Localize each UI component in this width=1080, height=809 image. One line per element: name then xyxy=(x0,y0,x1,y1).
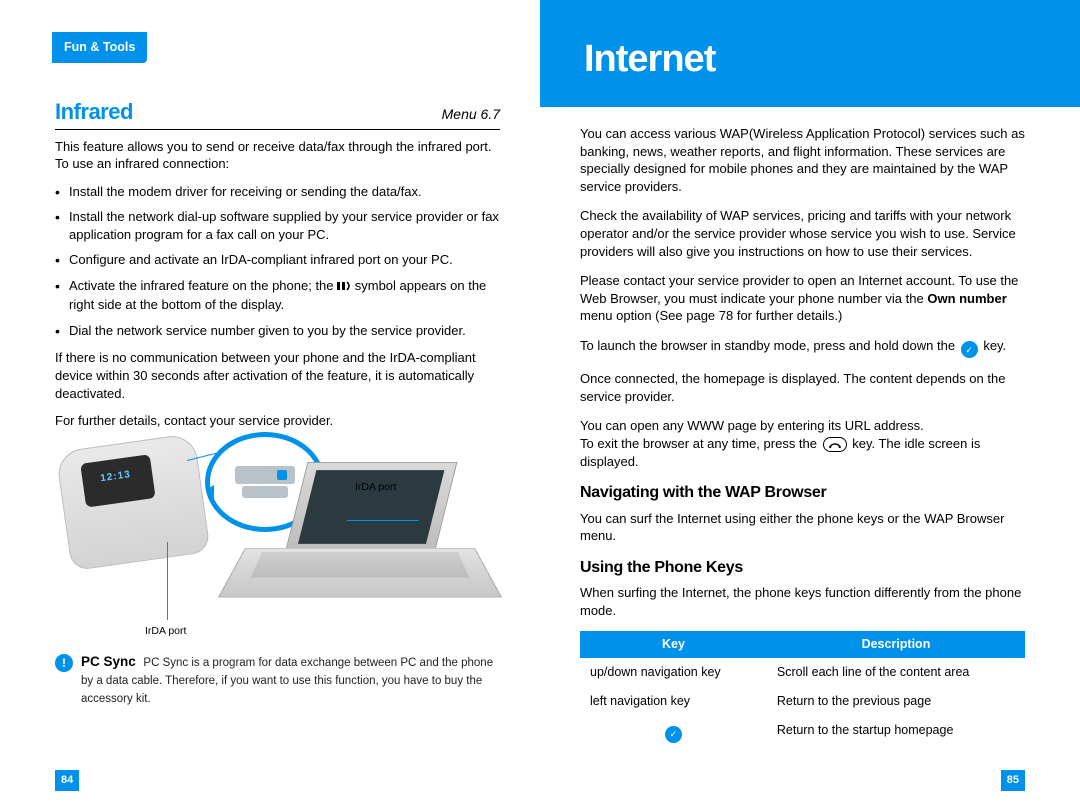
table-header-description: Description xyxy=(767,631,1025,658)
list-item: Install the network dial-up software sup… xyxy=(55,208,500,243)
end-call-key-icon xyxy=(823,437,847,452)
table-row: ✓ Return to the startup homepage xyxy=(580,716,1025,749)
desc-cell: Scroll each line of the content area xyxy=(767,658,1025,687)
page-number: 85 xyxy=(1001,770,1025,791)
intro-text: This feature allows you to send or recei… xyxy=(55,138,500,173)
info-icon: ! xyxy=(55,654,73,672)
chapter-title: Internet xyxy=(540,0,1080,107)
list-item: Activate the infrared feature on the pho… xyxy=(55,277,500,314)
key-description-table: Key Description up/down navigation key S… xyxy=(580,631,1025,748)
round-ok-key-icon: ✓ xyxy=(961,341,978,358)
subheading-phone-keys: Using the Phone Keys xyxy=(580,557,1025,579)
leader-line xyxy=(167,542,168,620)
body-text: To launch the browser in standby mode, p… xyxy=(580,337,1025,359)
menu-reference: Menu 6.7 xyxy=(442,105,500,124)
desc-cell: Return to the startup homepage xyxy=(767,716,1025,749)
body-text: Once connected, the homepage is displaye… xyxy=(580,370,1025,405)
text-span: key. xyxy=(983,338,1006,353)
list-item: Dial the network service number given to… xyxy=(55,322,500,340)
note-text: For further details, contact your servic… xyxy=(55,412,500,430)
table-row: left navigation key Return to the previo… xyxy=(580,687,1025,716)
device-clock: 12:13 xyxy=(100,468,132,486)
text-span: To exit the browser at any time, press t… xyxy=(580,436,821,451)
page-84: Fun & Tools Infrared Menu 6.7 This featu… xyxy=(0,0,540,809)
body-text: Check the availability of WAP services, … xyxy=(580,207,1025,260)
body-text: You can surf the Internet using either t… xyxy=(580,510,1025,545)
body-text: You can access various WAP(Wireless Appl… xyxy=(580,125,1025,195)
infrared-icon xyxy=(337,279,351,297)
list-item: Install the modem driver for receiving o… xyxy=(55,183,500,201)
text-span: menu option (See page 78 for further det… xyxy=(580,308,842,323)
phone-cradle-illustration: 12:13 xyxy=(55,433,210,571)
list-item: Configure and activate an IrDA-compliant… xyxy=(55,251,500,269)
leader-line xyxy=(347,520,419,521)
page-85: Internet You can access various WAP(Wire… xyxy=(540,0,1080,809)
round-ok-key-icon: ✓ xyxy=(665,726,682,743)
body-text: When surfing the Internet, the phone key… xyxy=(580,584,1025,619)
table-header-key: Key xyxy=(580,631,767,658)
breadcrumb: Fun & Tools xyxy=(52,32,147,63)
pc-sync-note: ! PC Sync PC Sync is a program for data … xyxy=(55,653,500,707)
text-span: To launch the browser in standby mode, p… xyxy=(580,338,959,353)
bullet-text: Activate the infrared feature on the pho… xyxy=(69,278,337,293)
irda-port-label: IrDA port xyxy=(355,480,396,494)
subheading-navigating: Navigating with the WAP Browser xyxy=(580,482,1025,504)
pc-sync-text: PC Sync is a program for data exchange b… xyxy=(81,657,493,705)
desc-cell: Return to the previous page xyxy=(767,687,1025,716)
own-number-bold: Own number xyxy=(927,291,1006,306)
note-text: If there is no communication between you… xyxy=(55,349,500,402)
text-span: You can open any WWW page by entering it… xyxy=(580,418,924,433)
body-text: Please contact your service provider to … xyxy=(580,272,1025,325)
body-text: You can open any WWW page by entering it… xyxy=(580,417,1025,470)
key-cell: ✓ xyxy=(580,716,767,749)
key-cell: up/down navigation key xyxy=(580,658,767,687)
section-header: Infrared Menu 6.7 xyxy=(55,97,500,130)
irda-port-label: IrDA port xyxy=(145,624,186,638)
pc-sync-title: PC Sync xyxy=(81,654,136,669)
table-row: up/down navigation key Scroll each line … xyxy=(580,658,1025,687)
key-cell: left navigation key xyxy=(580,687,767,716)
section-title: Infrared xyxy=(55,97,133,127)
irda-figure: 12:13 15° IrDA port IrDA port xyxy=(55,442,485,647)
page-number: 84 xyxy=(55,770,79,791)
instruction-list: Install the modem driver for receiving o… xyxy=(55,183,500,340)
